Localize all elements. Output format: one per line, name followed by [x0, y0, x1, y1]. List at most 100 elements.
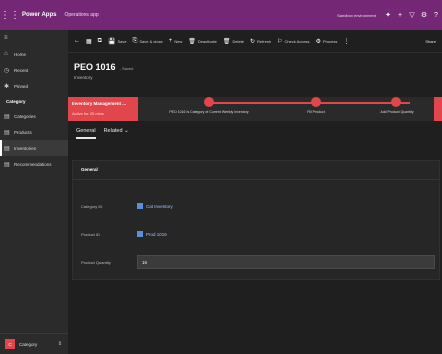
active-stage[interactable]: Inventory Management ... Active for 25 m… — [68, 97, 138, 121]
sidebar-item-label: Recent — [14, 67, 29, 73]
save-close-label: Save & close — [139, 38, 163, 44]
refresh-icon: ↻ — [250, 38, 256, 45]
deactivate-button[interactable]: 🗑 Deactivate — [188, 38, 217, 45]
business-process-flow: Inventory Management ... Active for 25 m… — [68, 97, 442, 121]
sidebar-item-recent[interactable]: ◷ Recent — [0, 62, 68, 78]
back-arrow-icon: ← — [74, 38, 80, 44]
entity-icon: ▤ — [4, 161, 10, 168]
stage-dot[interactable] — [311, 97, 321, 107]
process-icon: ⚙ — [315, 38, 321, 45]
plus-icon[interactable]: + — [394, 12, 406, 19]
sidebar-item-label: Inventories — [14, 145, 37, 151]
save-close-button[interactable]: ⎘ Save & close — [133, 38, 163, 45]
check-access-button[interactable]: ⚐ Check Access — [277, 38, 310, 45]
app-header: ⋮⋮ Power Apps Operations app Sandbox env… — [0, 0, 442, 30]
active-stage-name: Inventory Management ... — [72, 101, 127, 106]
sidebar-item-recommendations[interactable]: ▤ Recommendations — [0, 156, 68, 172]
general-section: General Category ID Cat Inventory Produc… — [72, 160, 440, 280]
stage-connector — [206, 102, 410, 104]
chevron-down-icon: ⌄ — [124, 128, 129, 134]
sidebar-item-label: Recommendations — [14, 161, 52, 167]
stage-dot[interactable] — [391, 97, 401, 107]
hamburger-icon[interactable]: ≡ — [4, 35, 14, 41]
quantity-input[interactable]: 16 — [137, 255, 435, 269]
back-button[interactable]: ← — [74, 38, 80, 44]
form-tabs: General Related ⌄ — [76, 128, 129, 139]
stage-expand-tab[interactable] — [434, 97, 442, 121]
stage-label[interactable]: Fill Product — [286, 110, 346, 114]
record-title: PEO 1016- Saved — [74, 62, 133, 72]
area-switcher[interactable]: C Category ⇕ — [0, 333, 68, 354]
clock-icon: ◷ — [4, 67, 10, 74]
stage-dot[interactable] — [204, 97, 214, 107]
sidebar-item-products[interactable]: ▤ Products — [0, 124, 68, 140]
save-close-icon: ⎘ — [132, 37, 138, 44]
area-label: Category — [19, 341, 38, 347]
delete-button[interactable]: 🗑 Delete — [223, 38, 244, 45]
environment-label[interactable]: Sandbox environment — [337, 13, 376, 18]
record-icon — [137, 203, 143, 209]
new-button[interactable]: + New — [169, 38, 183, 44]
check-access-label: Check Access — [284, 38, 310, 44]
process-button[interactable]: ⚙ Process — [316, 38, 338, 45]
sidebar-item-categories[interactable]: ▤ Categories — [0, 108, 68, 124]
filter-icon[interactable]: ▽ — [406, 11, 418, 19]
new-label: New — [174, 38, 183, 44]
section-title: General — [81, 167, 98, 172]
tab-related[interactable]: Related ⌄ — [104, 128, 129, 139]
lookup-text: Prod 1016 — [146, 231, 167, 237]
process-label: Process — [322, 38, 338, 44]
entity-icon: ▤ — [4, 145, 10, 152]
section-divider — [73, 179, 439, 180]
product-lookup-value[interactable]: Prod 1016 — [137, 231, 167, 237]
record-header: PEO 1016- Saved Inventory — [74, 62, 133, 80]
save-label: Save — [117, 38, 127, 44]
active-stage-duration: Active for 25 mins — [72, 111, 104, 116]
form-view-button[interactable]: ▦ — [86, 38, 92, 45]
record-entity: Inventory — [74, 75, 93, 80]
sidebar: ≡ ⌂ Home ◷ Recent ✱ Pinned Category ▤ Ca… — [0, 30, 68, 354]
brand-name[interactable]: Power Apps — [22, 12, 56, 18]
form-icon: ▦ — [86, 38, 92, 45]
more-commands-button[interactable]: ⋮ — [343, 38, 349, 45]
save-button[interactable]: 💾 Save — [108, 38, 127, 45]
stage-label[interactable]: PEO 1016 Is Category of Current Weekly I… — [154, 110, 264, 114]
sidebar-item-pinned[interactable]: ✱ Pinned — [0, 78, 68, 94]
area-badge: C — [5, 339, 15, 349]
trash-icon: 🗑 — [222, 38, 231, 45]
entity-icon: ▤ — [4, 129, 10, 136]
chevron-updown-icon: ⇕ — [57, 341, 62, 347]
deactivate-label: Deactivate — [197, 38, 217, 44]
field-product-quantity: Product Quantity 16 — [81, 255, 435, 269]
save-icon: 💾 — [107, 38, 116, 45]
saved-status: - Saved — [119, 66, 134, 71]
category-lookup-value[interactable]: Cat Inventory — [137, 203, 173, 209]
popout-button[interactable]: ⧉ — [98, 38, 102, 45]
field-label: Category ID — [81, 203, 103, 209]
more-vertical-icon: ⋮ — [343, 38, 350, 45]
menu-toggle[interactable]: ≡ — [0, 30, 68, 46]
deactivate-icon: 🗑 — [188, 38, 196, 45]
refresh-button[interactable]: ↻ Refresh — [250, 38, 271, 45]
flag-icon: ⚐ — [277, 38, 283, 45]
command-bar: ← ▦ ⧉ 💾 Save ⎘ Save & close + New 🗑 Deactiva… — [68, 30, 442, 53]
delete-label: Delete — [232, 38, 244, 44]
stage-label[interactable]: Add Product Quantity — [362, 110, 432, 114]
record-title-text: PEO 1016 — [74, 62, 116, 72]
field-category-id: Category ID Cat Inventory — [81, 199, 435, 213]
lightbulb-icon[interactable]: ✦ — [382, 11, 394, 19]
pin-icon: ✱ — [4, 83, 10, 90]
refresh-label: Refresh — [257, 38, 272, 44]
tab-related-label: Related — [103, 128, 123, 134]
share-button[interactable]: Share — [425, 39, 436, 44]
field-label: Product Quantity — [81, 259, 111, 265]
sidebar-item-label: Categories — [14, 113, 36, 119]
sidebar-item-inventories[interactable]: ▤ Inventories — [0, 140, 68, 156]
help-icon[interactable]: ? — [430, 12, 442, 19]
tab-general[interactable]: General — [76, 128, 96, 139]
sidebar-section-heading: Category — [6, 98, 26, 104]
gear-icon[interactable]: ⚙ — [418, 11, 430, 19]
waffle-icon[interactable]: ⋮⋮ — [0, 10, 20, 21]
sidebar-item-home[interactable]: ⌂ Home — [0, 46, 68, 62]
home-icon: ⌂ — [4, 51, 8, 57]
